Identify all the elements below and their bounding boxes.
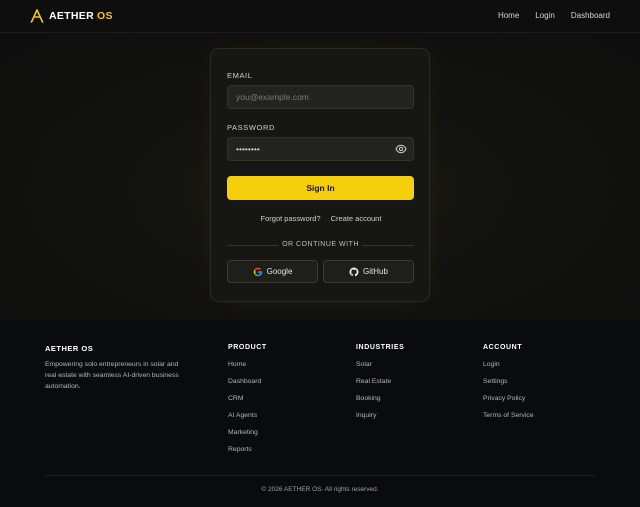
footer-column-title: ACCOUNT — [483, 344, 523, 351]
footer-column-title: PRODUCT — [228, 344, 267, 351]
github-icon — [349, 267, 359, 276]
top-navbar: AETHER OS Home Login Dashboard — [0, 0, 640, 33]
google-signin-button[interactable]: Google — [227, 260, 318, 283]
footer-link-settings[interactable]: Settings — [483, 378, 534, 395]
footer-copyright: © 2026 AETHER OS. All rights reserved. — [261, 486, 379, 493]
google-icon — [253, 267, 262, 276]
footer-column-title: INDUSTRIES — [356, 344, 405, 351]
footer-link-booking[interactable]: Booking — [356, 395, 404, 412]
nav-link-dashboard[interactable]: Dashboard — [571, 11, 610, 20]
footer-link-login[interactable]: Login — [483, 361, 534, 378]
footer-link-solar[interactable]: Solar — [356, 361, 404, 378]
footer-link-dashboard[interactable]: Dashboard — [228, 378, 267, 395]
footer-link-crm[interactable]: CRM — [228, 395, 267, 412]
email-field[interactable] — [227, 85, 414, 109]
footer-column-account: ACCOUNT Login Settings Privacy Policy Te… — [483, 344, 534, 429]
continue-with-divider: OR CONTINUE WITH — [227, 240, 414, 250]
footer-link-real-estate[interactable]: Real Estate — [356, 378, 404, 395]
brand-name-main: AETHER — [49, 10, 94, 22]
footer-brand: AETHER OS — [45, 344, 94, 353]
footer-link-home[interactable]: Home — [228, 361, 267, 378]
show-password-icon[interactable] — [395, 143, 407, 155]
brand-name-accent: OS — [96, 10, 113, 22]
brand-logo[interactable]: AETHER OS — [30, 9, 113, 23]
login-section: EMAIL PASSWORD Sign In Forgot password? C… — [0, 33, 640, 320]
footer-link-terms-of-service[interactable]: Terms of Service — [483, 412, 534, 429]
footer-description: Empowering solo entrepreneurs in solar a… — [45, 361, 179, 390]
email-label: EMAIL — [227, 71, 253, 80]
footer-link-reports[interactable]: Reports — [228, 446, 267, 463]
create-account-link[interactable]: Create account — [331, 214, 382, 223]
brand-name: AETHER OS — [49, 10, 113, 22]
password-label: PASSWORD — [227, 123, 275, 132]
nav-link-login[interactable]: Login — [535, 11, 555, 20]
divider-line-right — [362, 245, 414, 246]
github-signin-button[interactable]: GitHub — [323, 260, 414, 283]
footer-divider — [45, 475, 595, 476]
auth-links: Forgot password? Create account — [211, 214, 431, 223]
nav-link-home[interactable]: Home — [498, 11, 519, 20]
password-field[interactable] — [227, 137, 414, 161]
sign-in-button[interactable]: Sign In — [227, 176, 414, 200]
aether-logo-icon — [30, 9, 44, 23]
login-card: EMAIL PASSWORD Sign In Forgot password? C… — [210, 48, 430, 302]
footer-link-marketing[interactable]: Marketing — [228, 429, 267, 446]
footer-column-industries: INDUSTRIES Solar Real Estate Booking Inq… — [356, 344, 404, 429]
site-footer: AETHER OS Empowering solo entrepreneurs … — [0, 320, 640, 507]
footer-link-inquiry[interactable]: Inquiry — [356, 412, 404, 429]
main-nav: Home Login Dashboard — [498, 11, 610, 20]
footer-link-privacy-policy[interactable]: Privacy Policy — [483, 395, 534, 412]
footer-link-ai-agents[interactable]: AI Agents — [228, 412, 267, 429]
footer-column-product: PRODUCT Home Dashboard CRM AI Agents Mar… — [228, 344, 267, 463]
forgot-password-link[interactable]: Forgot password? — [261, 214, 321, 223]
github-label: GitHub — [363, 267, 388, 276]
google-label: Google — [266, 267, 293, 276]
